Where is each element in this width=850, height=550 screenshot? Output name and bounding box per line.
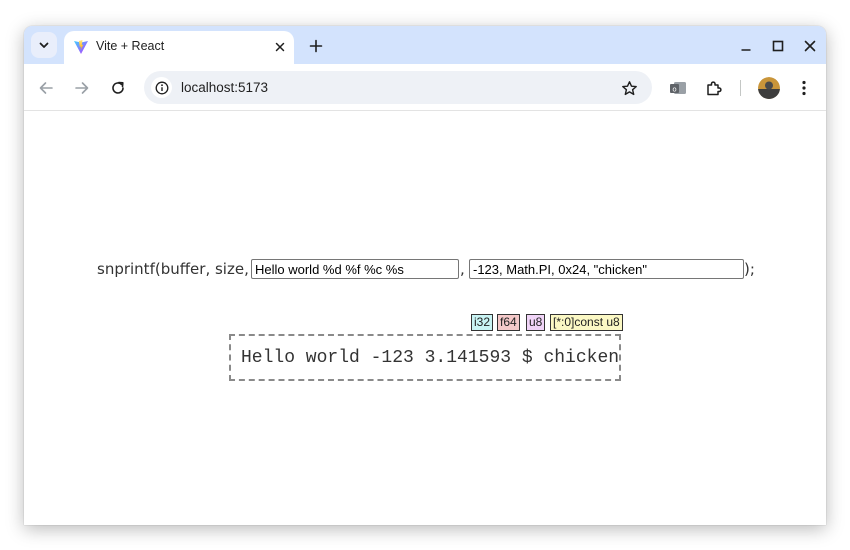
- plus-icon: [309, 39, 323, 53]
- more-vert-icon: [802, 80, 806, 96]
- avatar-icon: [758, 77, 780, 99]
- vite-logo-icon: [74, 40, 88, 54]
- close-window-button[interactable]: [799, 35, 821, 57]
- active-tab[interactable]: Vite + React: [64, 31, 294, 64]
- minimize-icon: [741, 49, 751, 51]
- extension-button[interactable]: o: [666, 76, 690, 100]
- formatted-output: Hello world -123 3.141593 $ chicken: [229, 334, 621, 381]
- address-bar[interactable]: localhost:5173: [144, 71, 652, 104]
- menu-button[interactable]: [792, 76, 816, 100]
- reload-button[interactable]: [106, 76, 130, 100]
- chevron-down-icon: [39, 42, 49, 48]
- maximize-icon: [772, 40, 784, 52]
- svg-text:o: o: [672, 86, 676, 94]
- new-tab-button[interactable]: [305, 35, 327, 57]
- arrow-right-icon: [75, 82, 89, 94]
- call-prefix: snprintf(buffer, size,: [97, 260, 249, 278]
- close-icon: [275, 42, 285, 52]
- tab-search-button[interactable]: [31, 32, 57, 58]
- format-string-input[interactable]: [251, 259, 459, 279]
- bookmark-button[interactable]: [618, 77, 640, 99]
- puzzle-icon: [707, 81, 722, 96]
- forward-button[interactable]: [70, 76, 94, 100]
- type-badge: f64: [497, 314, 520, 331]
- info-icon: [155, 81, 168, 94]
- browser-toolbar: localhost:5173 o: [24, 64, 826, 111]
- outlook-extension-icon: o: [670, 82, 686, 94]
- site-info-button[interactable]: [151, 77, 172, 98]
- profile-avatar[interactable]: [758, 77, 780, 99]
- args-separator: ,: [460, 260, 465, 278]
- type-badge: i32: [471, 314, 494, 331]
- star-icon: [621, 80, 637, 95]
- arguments-input[interactable]: [469, 259, 744, 279]
- browser-window: Vite + React localhost:5173 o snprintf(b…: [24, 26, 826, 525]
- type-badge: [*:0]const u8: [550, 314, 623, 331]
- page-content: snprintf(buffer, size, , ); i32 f64 u8 […: [24, 112, 826, 525]
- call-suffix: );: [744, 260, 755, 278]
- toolbar-separator: [740, 80, 741, 96]
- extensions-menu-button[interactable]: [702, 76, 726, 100]
- type-badge: u8: [526, 314, 546, 331]
- maximize-button[interactable]: [767, 35, 789, 57]
- close-icon: [804, 40, 816, 52]
- url-text: localhost:5173: [181, 80, 269, 95]
- tab-title: Vite + React: [96, 39, 165, 53]
- back-button[interactable]: [34, 76, 58, 100]
- arrow-left-icon: [39, 82, 53, 94]
- tab-close-button[interactable]: [271, 38, 289, 56]
- reload-icon: [112, 81, 124, 94]
- minimize-button[interactable]: [735, 35, 757, 57]
- tab-strip: Vite + React: [24, 26, 826, 64]
